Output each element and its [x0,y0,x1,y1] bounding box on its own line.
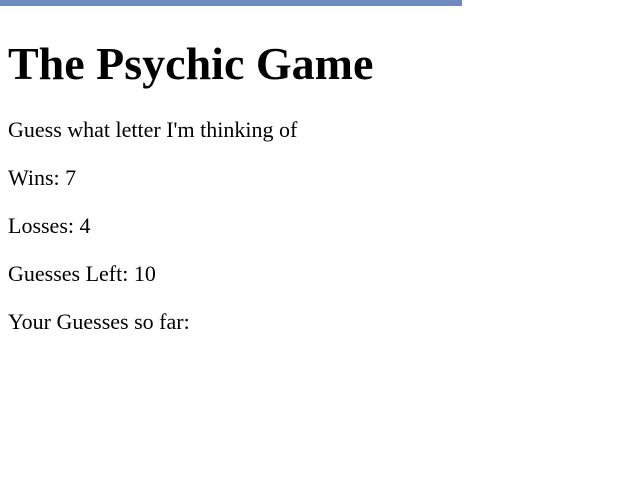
instructions-text: Guess what letter I'm thinking of [8,117,298,142]
guesses-so-far-label: Your Guesses so far: [8,309,190,334]
page-title: The Psychic Game [8,38,374,89]
losses-value: 4 [79,213,91,238]
guesses-left-counter: Guesses Left: 10 [8,261,156,287]
wins-counter: Wins: 7 [8,165,76,191]
wins-value: 7 [65,165,77,190]
top-accent-bar [0,0,462,6]
guesses-left-label: Guesses Left: [8,261,134,286]
losses-counter: Losses: 4 [8,213,91,239]
wins-label: Wins: [8,165,66,190]
guesses-left-value: 10 [133,261,156,286]
guesses-so-far: Your Guesses so far: [8,309,190,335]
losses-label: Losses: [8,213,80,238]
